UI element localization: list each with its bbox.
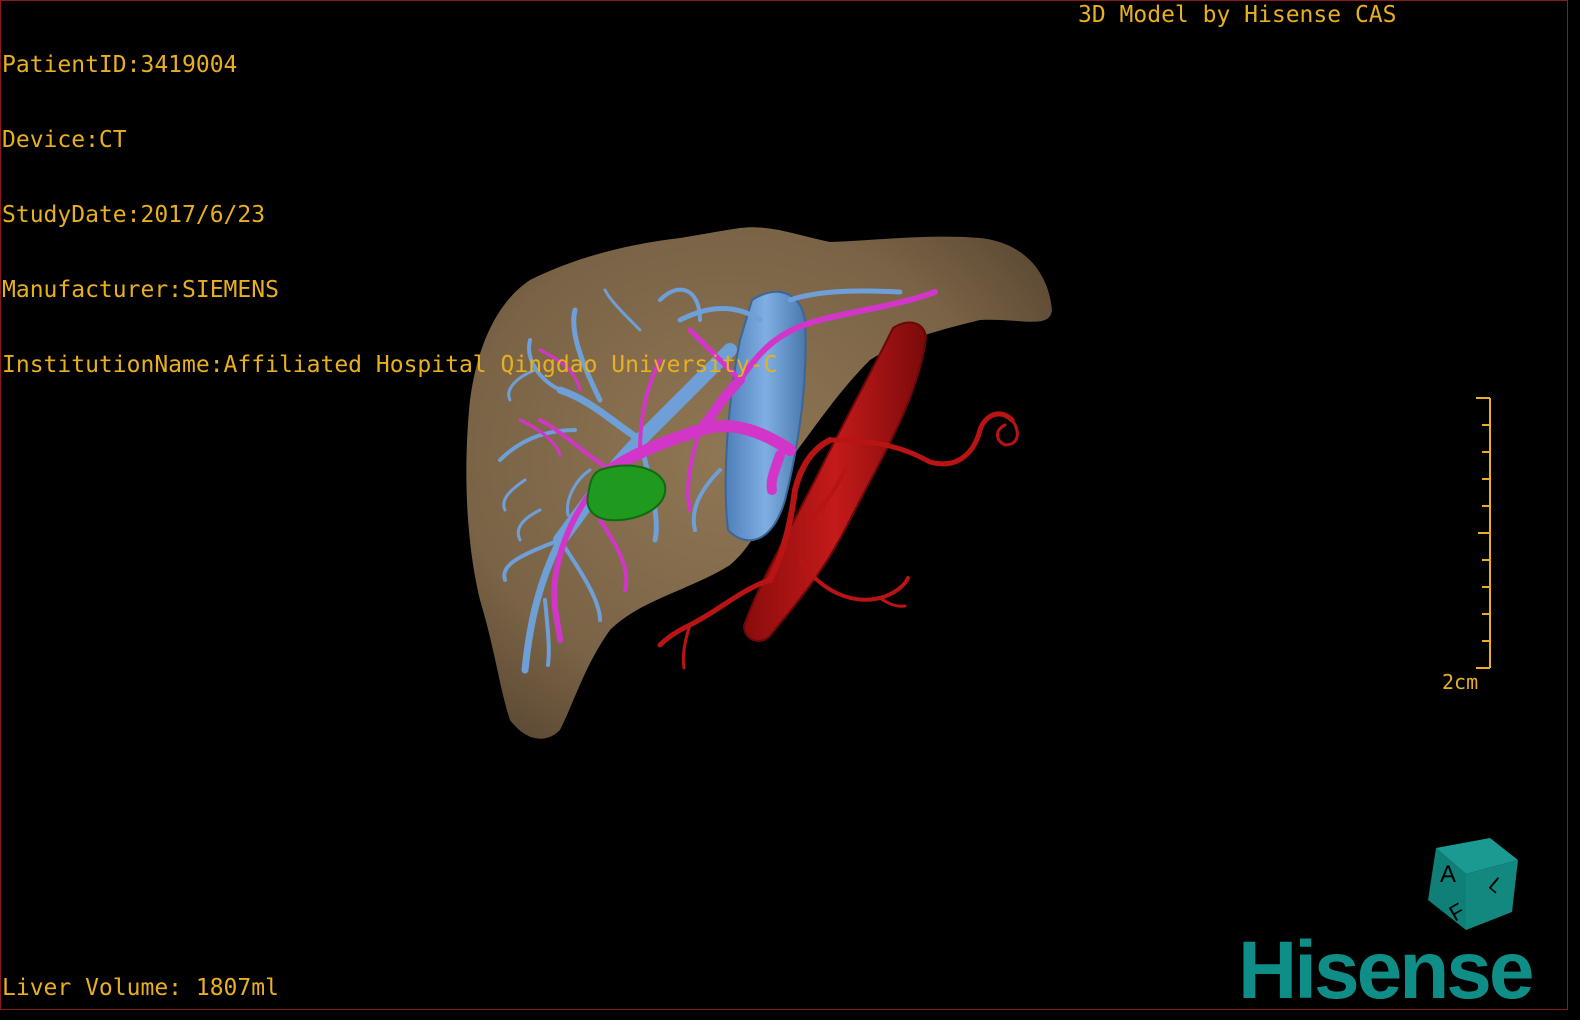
- device-label: Device:CT: [2, 127, 127, 153]
- hisense-logo: Hisense: [1238, 925, 1535, 1016]
- model-brand-caption: 3D Model by Hisense CAS: [1078, 2, 1397, 28]
- patient-id-label: PatientID:3419004: [2, 52, 238, 78]
- manufacturer-label: Manufacturer:SIEMENS: [2, 277, 279, 303]
- scale-bar-label: 2cm: [1442, 670, 1479, 694]
- scale-bar: [1476, 397, 1491, 669]
- study-info-overlay: PatientID:3419004 Device:CT StudyDate:20…: [2, 3, 777, 428]
- cube-face-a: A: [1440, 861, 1456, 888]
- orientation-cube-icon[interactable]: A F L: [1428, 838, 1518, 930]
- institution-label: InstitutionName:Affiliated Hospital Qing…: [2, 352, 778, 378]
- liver-volume-label: Liver Volume: 1807ml: [2, 975, 279, 1001]
- 3d-viewport[interactable]: A F L PatientID:3419004 Device:CT StudyD…: [0, 0, 1580, 1020]
- study-date-label: StudyDate:2017/6/23: [2, 202, 266, 228]
